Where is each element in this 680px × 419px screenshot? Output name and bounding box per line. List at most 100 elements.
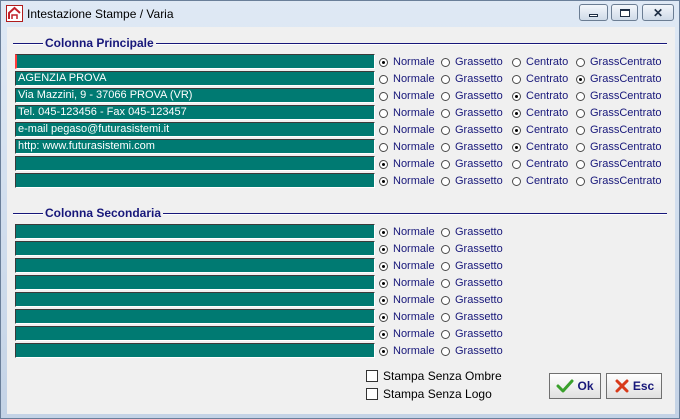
primary-line-2-grasscentrato-radio[interactable]: GrassCentrato <box>576 72 662 86</box>
radio-dot[interactable] <box>441 142 450 152</box>
primary-line-4-grasscentrato-radio[interactable]: GrassCentrato <box>576 106 662 120</box>
primary-line-3-normale-radio[interactable]: Normale <box>379 89 435 103</box>
radio-dot[interactable] <box>441 346 450 356</box>
radio-dot[interactable] <box>441 159 450 169</box>
radio-dot[interactable] <box>379 142 388 152</box>
radio-dot[interactable] <box>379 74 388 84</box>
primary-line-6-grassetto-radio[interactable]: Grassetto <box>441 140 503 154</box>
minimize-button[interactable] <box>579 4 608 21</box>
radio-dot[interactable] <box>441 295 450 305</box>
secondary-line-8-input[interactable] <box>15 343 375 358</box>
primary-line-8-grassetto-radio[interactable]: Grassetto <box>441 174 503 188</box>
radio-dot[interactable] <box>379 346 388 356</box>
primary-line-7-centrato-radio[interactable]: Centrato <box>512 157 568 171</box>
radio-dot[interactable] <box>576 125 585 135</box>
primary-line-1-grassetto-radio[interactable]: Grassetto <box>441 55 503 69</box>
radio-dot[interactable] <box>379 91 388 101</box>
secondary-line-3-input[interactable] <box>15 258 375 273</box>
secondary-line-1-grassetto-radio[interactable]: Grassetto <box>441 225 503 239</box>
secondary-line-7-normale-radio[interactable]: Normale <box>379 327 435 341</box>
radio-dot[interactable] <box>576 91 585 101</box>
primary-line-7-grassetto-radio[interactable]: Grassetto <box>441 157 503 171</box>
secondary-line-4-input[interactable] <box>15 275 375 290</box>
radio-dot[interactable] <box>379 278 388 288</box>
radio-dot[interactable] <box>512 91 521 101</box>
primary-line-5-normale-radio[interactable]: Normale <box>379 123 435 137</box>
primary-line-5-grassetto-radio[interactable]: Grassetto <box>441 123 503 137</box>
primary-line-4-input[interactable]: Tel. 045-123456 - Fax 045-123457 <box>15 105 375 120</box>
primary-line-4-centrato-radio[interactable]: Centrato <box>512 106 568 120</box>
app-icon[interactable] <box>6 5 23 22</box>
primary-line-3-input[interactable]: Via Mazzini, 9 - 37066 PROVA (VR) <box>15 88 375 103</box>
primary-line-4-grassetto-radio[interactable]: Grassetto <box>441 106 503 120</box>
primary-line-2-normale-radio[interactable]: Normale <box>379 72 435 86</box>
close-button[interactable]: ✕ <box>642 4 674 21</box>
primary-line-8-normale-radio[interactable]: Normale <box>379 174 435 188</box>
no-shadow-box[interactable] <box>366 370 378 382</box>
radio-dot[interactable] <box>441 227 450 237</box>
primary-line-1-grasscentrato-radio[interactable]: GrassCentrato <box>576 55 662 69</box>
radio-dot[interactable] <box>441 244 450 254</box>
primary-line-7-grasscentrato-radio[interactable]: GrassCentrato <box>576 157 662 171</box>
radio-dot[interactable] <box>441 125 450 135</box>
radio-dot[interactable] <box>512 125 521 135</box>
radio-dot[interactable] <box>576 176 585 186</box>
maximize-button[interactable] <box>611 4 638 21</box>
primary-line-1-centrato-radio[interactable]: Centrato <box>512 55 568 69</box>
primary-line-1-normale-radio[interactable]: Normale <box>379 55 435 69</box>
primary-line-2-input[interactable]: AGENZIA PROVA <box>15 71 375 86</box>
radio-dot[interactable] <box>441 329 450 339</box>
secondary-line-8-grassetto-radio[interactable]: Grassetto <box>441 344 503 358</box>
primary-line-8-input[interactable] <box>15 173 375 188</box>
secondary-line-4-grassetto-radio[interactable]: Grassetto <box>441 276 503 290</box>
no-logo-checkbox[interactable]: Stampa Senza Logo <box>366 386 492 402</box>
radio-dot[interactable] <box>512 142 521 152</box>
radio-dot[interactable] <box>379 159 388 169</box>
radio-dot[interactable] <box>512 74 521 84</box>
secondary-line-5-normale-radio[interactable]: Normale <box>379 293 435 307</box>
secondary-line-5-grassetto-radio[interactable]: Grassetto <box>441 293 503 307</box>
secondary-line-3-grassetto-radio[interactable]: Grassetto <box>441 259 503 273</box>
primary-line-6-grasscentrato-radio[interactable]: GrassCentrato <box>576 140 662 154</box>
radio-dot[interactable] <box>379 244 388 254</box>
radio-dot[interactable] <box>512 108 521 118</box>
primary-line-6-input[interactable]: http: www.futurasistemi.com <box>15 139 375 154</box>
radio-dot[interactable] <box>576 74 585 84</box>
no-shadow-checkbox[interactable]: Stampa Senza Ombre <box>366 368 502 384</box>
radio-dot[interactable] <box>441 312 450 322</box>
radio-dot[interactable] <box>441 57 450 67</box>
radio-dot[interactable] <box>441 74 450 84</box>
radio-dot[interactable] <box>512 57 521 67</box>
secondary-line-8-normale-radio[interactable]: Normale <box>379 344 435 358</box>
secondary-line-1-normale-radio[interactable]: Normale <box>379 225 435 239</box>
secondary-line-2-input[interactable] <box>15 241 375 256</box>
primary-line-8-centrato-radio[interactable]: Centrato <box>512 174 568 188</box>
primary-line-2-grassetto-radio[interactable]: Grassetto <box>441 72 503 86</box>
radio-dot[interactable] <box>379 312 388 322</box>
secondary-line-7-input[interactable] <box>15 326 375 341</box>
secondary-line-5-input[interactable] <box>15 292 375 307</box>
radio-dot[interactable] <box>441 261 450 271</box>
radio-dot[interactable] <box>576 142 585 152</box>
primary-line-5-input[interactable]: e-mail pegaso@futurasistemi.it <box>15 122 375 137</box>
primary-line-6-centrato-radio[interactable]: Centrato <box>512 140 568 154</box>
secondary-line-1-input[interactable] <box>15 224 375 239</box>
radio-dot[interactable] <box>576 57 585 67</box>
primary-line-5-grasscentrato-radio[interactable]: GrassCentrato <box>576 123 662 137</box>
radio-dot[interactable] <box>379 227 388 237</box>
secondary-line-6-grassetto-radio[interactable]: Grassetto <box>441 310 503 324</box>
primary-line-5-centrato-radio[interactable]: Centrato <box>512 123 568 137</box>
primary-line-8-grasscentrato-radio[interactable]: GrassCentrato <box>576 174 662 188</box>
radio-dot[interactable] <box>512 159 521 169</box>
radio-dot[interactable] <box>379 125 388 135</box>
secondary-line-2-grassetto-radio[interactable]: Grassetto <box>441 242 503 256</box>
primary-line-4-normale-radio[interactable]: Normale <box>379 106 435 120</box>
primary-line-2-centrato-radio[interactable]: Centrato <box>512 72 568 86</box>
secondary-line-2-normale-radio[interactable]: Normale <box>379 242 435 256</box>
radio-dot[interactable] <box>441 108 450 118</box>
secondary-line-3-normale-radio[interactable]: Normale <box>379 259 435 273</box>
title-bar[interactable]: Intestazione Stampe / Varia ✕ <box>1 1 679 27</box>
radio-dot[interactable] <box>379 176 388 186</box>
secondary-line-6-input[interactable] <box>15 309 375 324</box>
radio-dot[interactable] <box>379 295 388 305</box>
